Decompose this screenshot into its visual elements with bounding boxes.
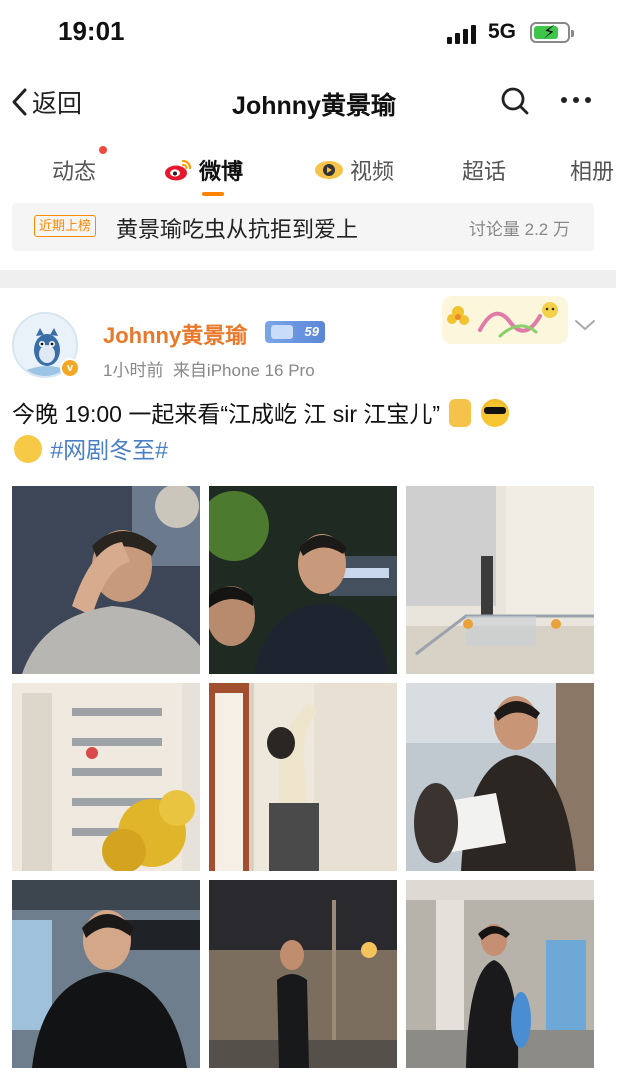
tab-album[interactable]: 相册 xyxy=(570,154,614,186)
sunglasses-emoji xyxy=(480,399,509,427)
post-text-main: 今晚 19:00 一起来看“江成屹 江 sir 江宝儿” xyxy=(12,401,441,427)
more-icon[interactable] xyxy=(560,96,592,104)
photo-stairs-building[interactable] xyxy=(406,486,594,674)
decorative-sticker xyxy=(442,296,568,344)
author-name[interactable]: Johnny黄景瑜 xyxy=(103,318,247,350)
search-icon[interactable] xyxy=(500,86,530,116)
page-title: Johnny黄景瑜 xyxy=(232,92,396,120)
post-time: 1小时前 xyxy=(103,361,164,380)
tab-super-topic[interactable]: 超话 xyxy=(462,154,506,186)
post-meta: 1小时前 来自iPhone 16 Pro xyxy=(103,356,315,381)
nav-bar: 返回 Johnny黄景瑜 xyxy=(0,64,628,138)
crying-face-emoji xyxy=(14,435,42,463)
status-bar: 19:01 5G ⚡ xyxy=(0,0,628,64)
photo-man-black-jacket[interactable] xyxy=(12,880,200,1068)
active-tab-underline xyxy=(202,192,224,196)
post-text: 今晚 19:00 一起来看“江成屹 江 sir 江宝儿” #网剧冬至# xyxy=(12,396,602,468)
tab-dynamic[interactable]: 动态 xyxy=(52,154,96,186)
battery-charging-icon: ⚡ xyxy=(530,22,574,43)
photo-man-reading-script[interactable] xyxy=(406,683,594,871)
tab-label: 微博 xyxy=(199,159,244,184)
photo-man-walking-lobby[interactable] xyxy=(406,880,594,1068)
photo-man-hand-on-head[interactable] xyxy=(12,486,200,674)
photo-man-on-phone-night[interactable] xyxy=(209,880,397,1068)
tab-label: 动态 xyxy=(52,159,97,184)
tab-label: 超话 xyxy=(462,159,507,184)
chevron-down-icon[interactable] xyxy=(574,318,596,332)
trending-text: 黄景瑜吃虫从抗拒到爱上 xyxy=(116,217,359,242)
video-icon xyxy=(315,161,343,179)
tab-label: 视频 xyxy=(350,159,395,184)
network-label: 5G xyxy=(488,20,517,43)
weibo-post: v Johnny黄景瑜 59 1小时前 来自iPhone 16 Pro 今晚 1… xyxy=(0,288,616,1080)
photo-man-climbing-wall[interactable] xyxy=(209,683,397,871)
vip-level: 59 xyxy=(304,324,319,339)
verified-badge: v xyxy=(60,358,80,378)
tab-label: 相册 xyxy=(570,159,615,184)
tab-weibo[interactable]: 微博 xyxy=(163,154,243,186)
vip-badge: 59 xyxy=(265,321,325,343)
trending-badge: 近期上榜 xyxy=(34,215,97,237)
post-source: 来自iPhone 16 Pro xyxy=(172,361,315,380)
trending-count: 讨论量 2.2 万 xyxy=(468,220,570,239)
trending-banner[interactable]: 近期上榜 黄景瑜吃虫从抗拒到爱上 讨论量 2.2 万 xyxy=(12,203,594,251)
weibo-logo-icon xyxy=(165,159,192,181)
section-divider xyxy=(0,270,616,288)
photo-man-night-street[interactable] xyxy=(209,486,397,674)
victory-hand-emoji xyxy=(448,399,471,427)
photo-apartment-tree[interactable] xyxy=(12,683,200,871)
tab-video[interactable]: 视频 xyxy=(314,154,394,186)
hashtag-link[interactable]: #网剧冬至# xyxy=(50,437,168,463)
status-time: 19:01 xyxy=(58,16,125,46)
profile-tabs: 动态 微博 视频 超话 相册 xyxy=(0,138,628,200)
new-indicator-dot xyxy=(99,146,107,154)
signal-icon xyxy=(447,24,479,44)
